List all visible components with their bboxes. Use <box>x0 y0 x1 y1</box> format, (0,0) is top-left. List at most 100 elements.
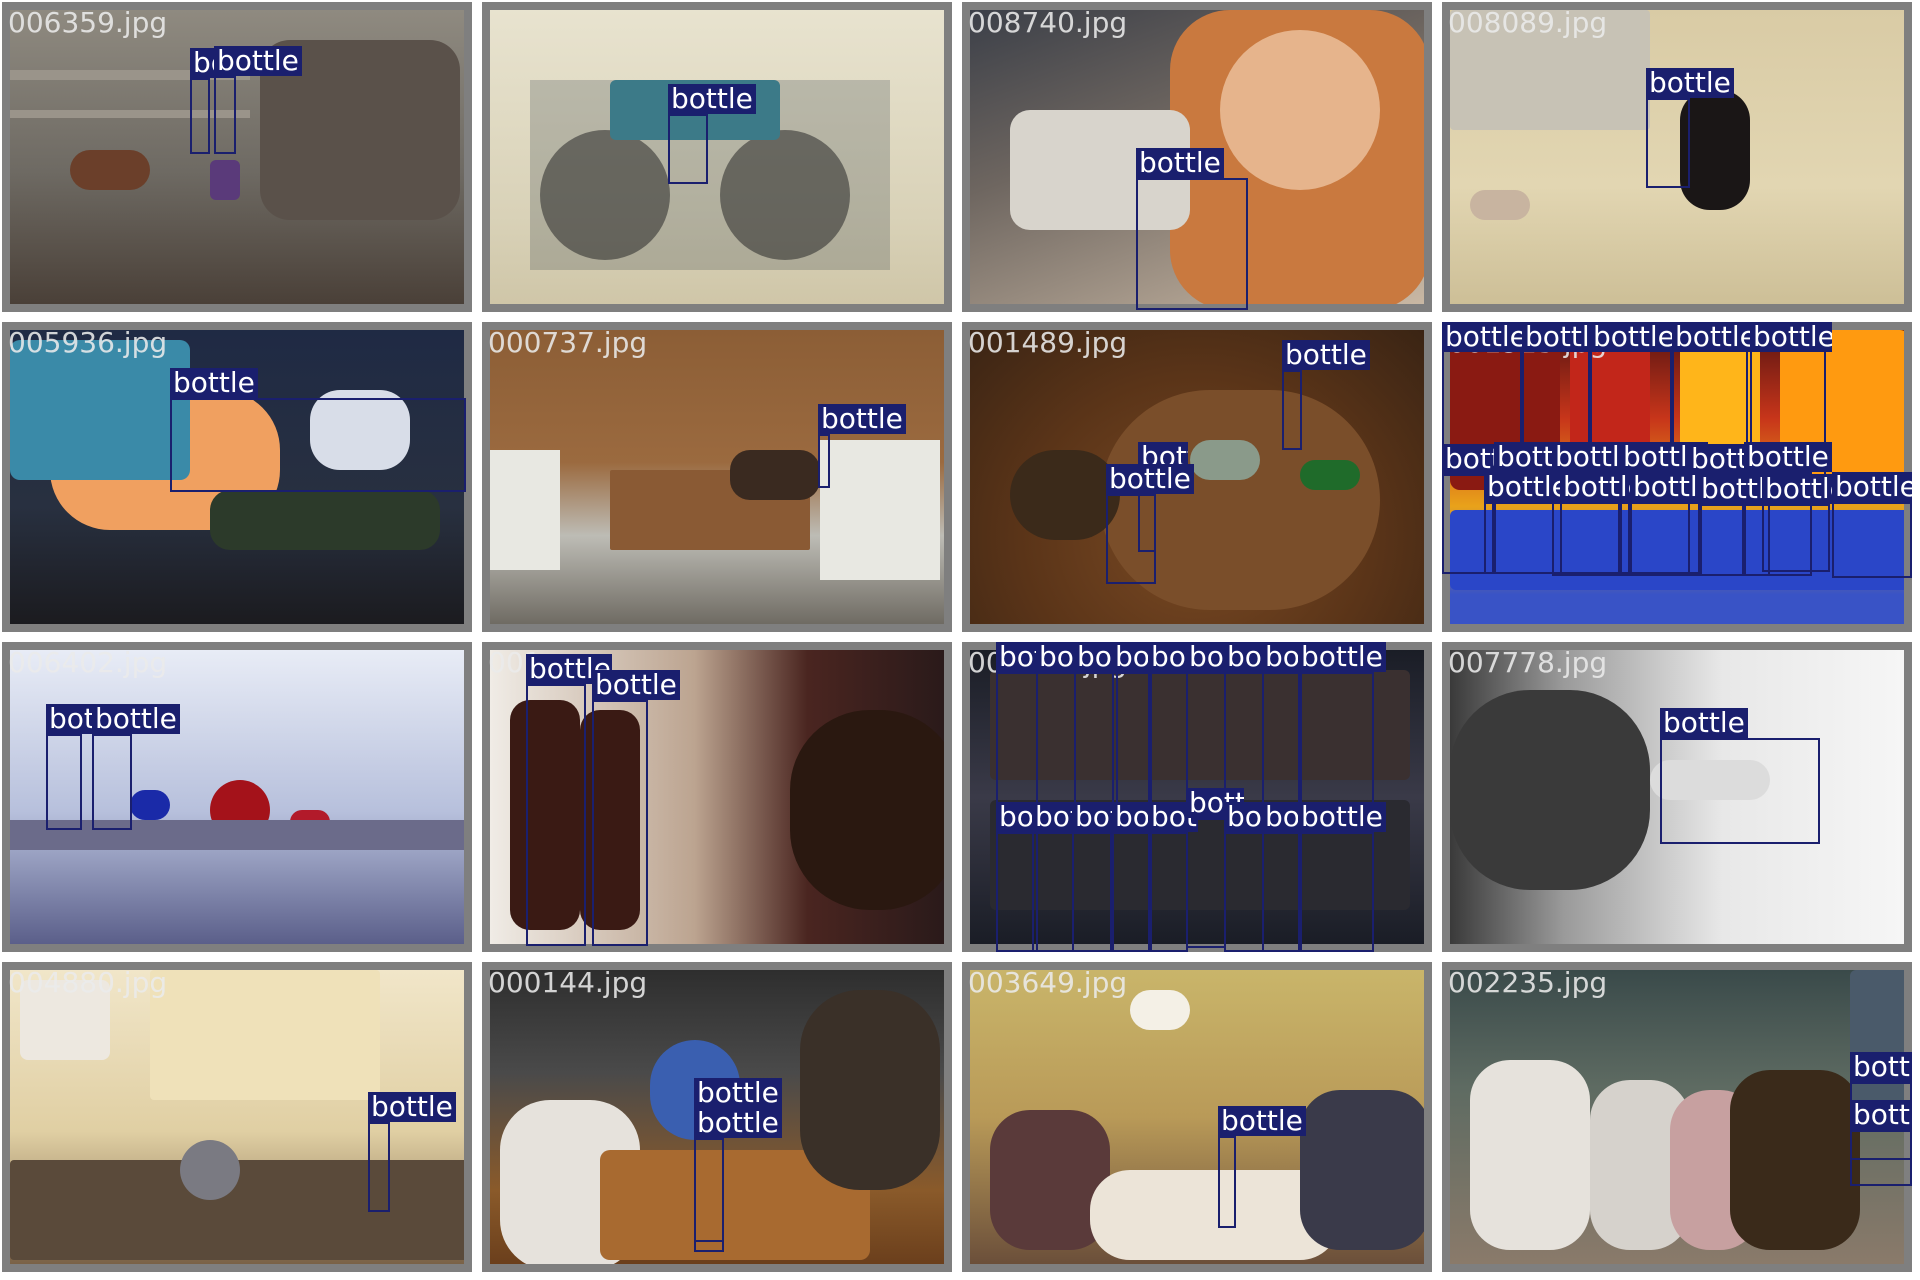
bounding-box <box>1630 502 1702 574</box>
bounding-box <box>668 114 708 184</box>
filename-label: 008740.jpg <box>968 6 1128 39</box>
image-tile: bottle <box>482 2 952 312</box>
bottle-label: bottle <box>1136 148 1224 178</box>
image-tile: 006402.jpg bot bottle <box>2 642 472 952</box>
bounding-box <box>1036 672 1076 804</box>
bottle-label: bottle <box>694 1108 782 1138</box>
bounding-box <box>996 672 1038 804</box>
image-tile: 008740.jpg bottle <box>962 2 1432 312</box>
bottle-label: bottle <box>368 1092 456 1122</box>
bounding-box <box>1148 672 1188 804</box>
bounding-box <box>1660 738 1820 844</box>
image-tile: 001...bottlebottle <box>482 642 952 952</box>
bounding-box <box>1186 818 1226 948</box>
bottle-label: bottle <box>1442 322 1528 352</box>
bottle-label: bottle <box>1832 472 1912 502</box>
bounding-box <box>1148 832 1188 952</box>
photo-region <box>730 450 820 500</box>
bounding-box <box>526 684 586 946</box>
bounding-box <box>1072 832 1112 952</box>
photo-region <box>790 710 944 910</box>
photo-region <box>1220 30 1380 190</box>
bounding-box <box>1646 98 1690 188</box>
bounding-box <box>1224 672 1264 804</box>
filename-label: 008089.jpg <box>1448 6 1608 39</box>
bounding-box <box>368 1122 390 1212</box>
bounding-box <box>1218 1136 1236 1228</box>
bounding-box <box>1106 494 1156 584</box>
bottle-label: bottle <box>1298 802 1386 832</box>
bottle-label: bottle <box>170 368 258 398</box>
bottle-label: bottle <box>1298 642 1386 672</box>
bounding-box <box>1112 672 1152 804</box>
bounding-box <box>170 398 466 492</box>
bounding-box <box>1112 832 1152 952</box>
bottle-label: bottle <box>668 84 756 114</box>
bounding-box <box>818 434 830 488</box>
photo-region <box>1450 690 1650 890</box>
bounding-box <box>1850 1130 1912 1186</box>
bounding-box <box>1262 832 1302 952</box>
bottle-label: bottle <box>694 1078 782 1108</box>
image-mosaic-grid: 006359.jpgbobottlebottle008740.jpgbottle… <box>0 0 1920 1280</box>
photo-region <box>150 970 380 1100</box>
bottle-label: bottle <box>214 46 302 76</box>
image-tile: 007778.jpg bottle <box>1442 642 1912 952</box>
photo-region <box>210 490 440 550</box>
photo <box>490 330 944 624</box>
bounding-box <box>1484 502 1562 574</box>
bottle-label: bottle <box>1484 472 1568 502</box>
bottle-label: bottle <box>592 670 680 700</box>
image-tile: 008089.jpg bottle <box>1442 2 1912 312</box>
bottle-label: bottle <box>1660 708 1748 738</box>
photo <box>490 10 944 304</box>
bounding-box <box>46 734 82 830</box>
bottle-label: bottle <box>1218 1106 1306 1136</box>
bounding-box <box>592 700 648 946</box>
bottle-label: bottle <box>92 704 180 734</box>
bounding-box <box>1298 832 1374 952</box>
photo-region <box>720 130 850 260</box>
image-tile: 004880.jpg bottle <box>2 962 472 1272</box>
photo-region <box>1010 450 1120 540</box>
bounding-box <box>1262 672 1302 804</box>
photo-region <box>1300 460 1360 490</box>
bounding-box <box>1282 370 1302 450</box>
photo-region <box>820 440 940 580</box>
filename-label: 002235.jpg <box>1448 966 1608 999</box>
bounding-box <box>1186 672 1226 804</box>
bottle-label: bottle <box>1590 322 1678 352</box>
filename-label: 007778.jpg <box>1448 646 1608 679</box>
filename-label: 003649.jpg <box>968 966 1128 999</box>
photo-region <box>1190 440 1260 480</box>
photo-region <box>540 130 670 260</box>
photo-region <box>1130 990 1190 1030</box>
bottle-label: bottle <box>1750 322 1832 352</box>
bottle-label: bottle <box>1646 68 1734 98</box>
filename-label: 000144.jpg <box>488 966 648 999</box>
image-tile: 001925.jpgbottlebottlebottlebottlebottle… <box>1442 322 1912 632</box>
filename-label: 004880.jpg <box>8 966 168 999</box>
bounding-box <box>1136 178 1248 310</box>
image-tile: 001489.jpgbottlebottlebottle <box>962 322 1432 632</box>
filename-label: 000737.jpg <box>488 326 648 359</box>
photo-region <box>70 150 150 190</box>
filename-label: 005936.jpg <box>8 326 168 359</box>
bottle-label: bottle <box>1744 442 1832 472</box>
filename-label: 006359.jpg <box>8 6 168 39</box>
photo-region <box>130 790 170 820</box>
photo <box>970 330 1424 624</box>
image-tile: 003649.jpg bottle <box>962 962 1432 1272</box>
bounding-box <box>190 78 210 154</box>
image-tile: 003134.jpgbotbotbottbobotbotbotbotbottle… <box>962 642 1432 952</box>
bottle-label: bot <box>46 704 98 734</box>
photo-region <box>800 990 940 1190</box>
bottle-label: bottle <box>1850 1052 1912 1082</box>
bottle-label: bottle <box>1672 322 1754 352</box>
bounding-box <box>1032 832 1074 952</box>
bottle-label: bottle <box>1850 1100 1912 1130</box>
image-tile: 006359.jpgbobottle <box>2 2 472 312</box>
photo-region <box>1470 1060 1590 1250</box>
image-tile: 000144.jpg bottle bottle <box>482 962 952 1272</box>
photo-region <box>1730 1070 1860 1250</box>
